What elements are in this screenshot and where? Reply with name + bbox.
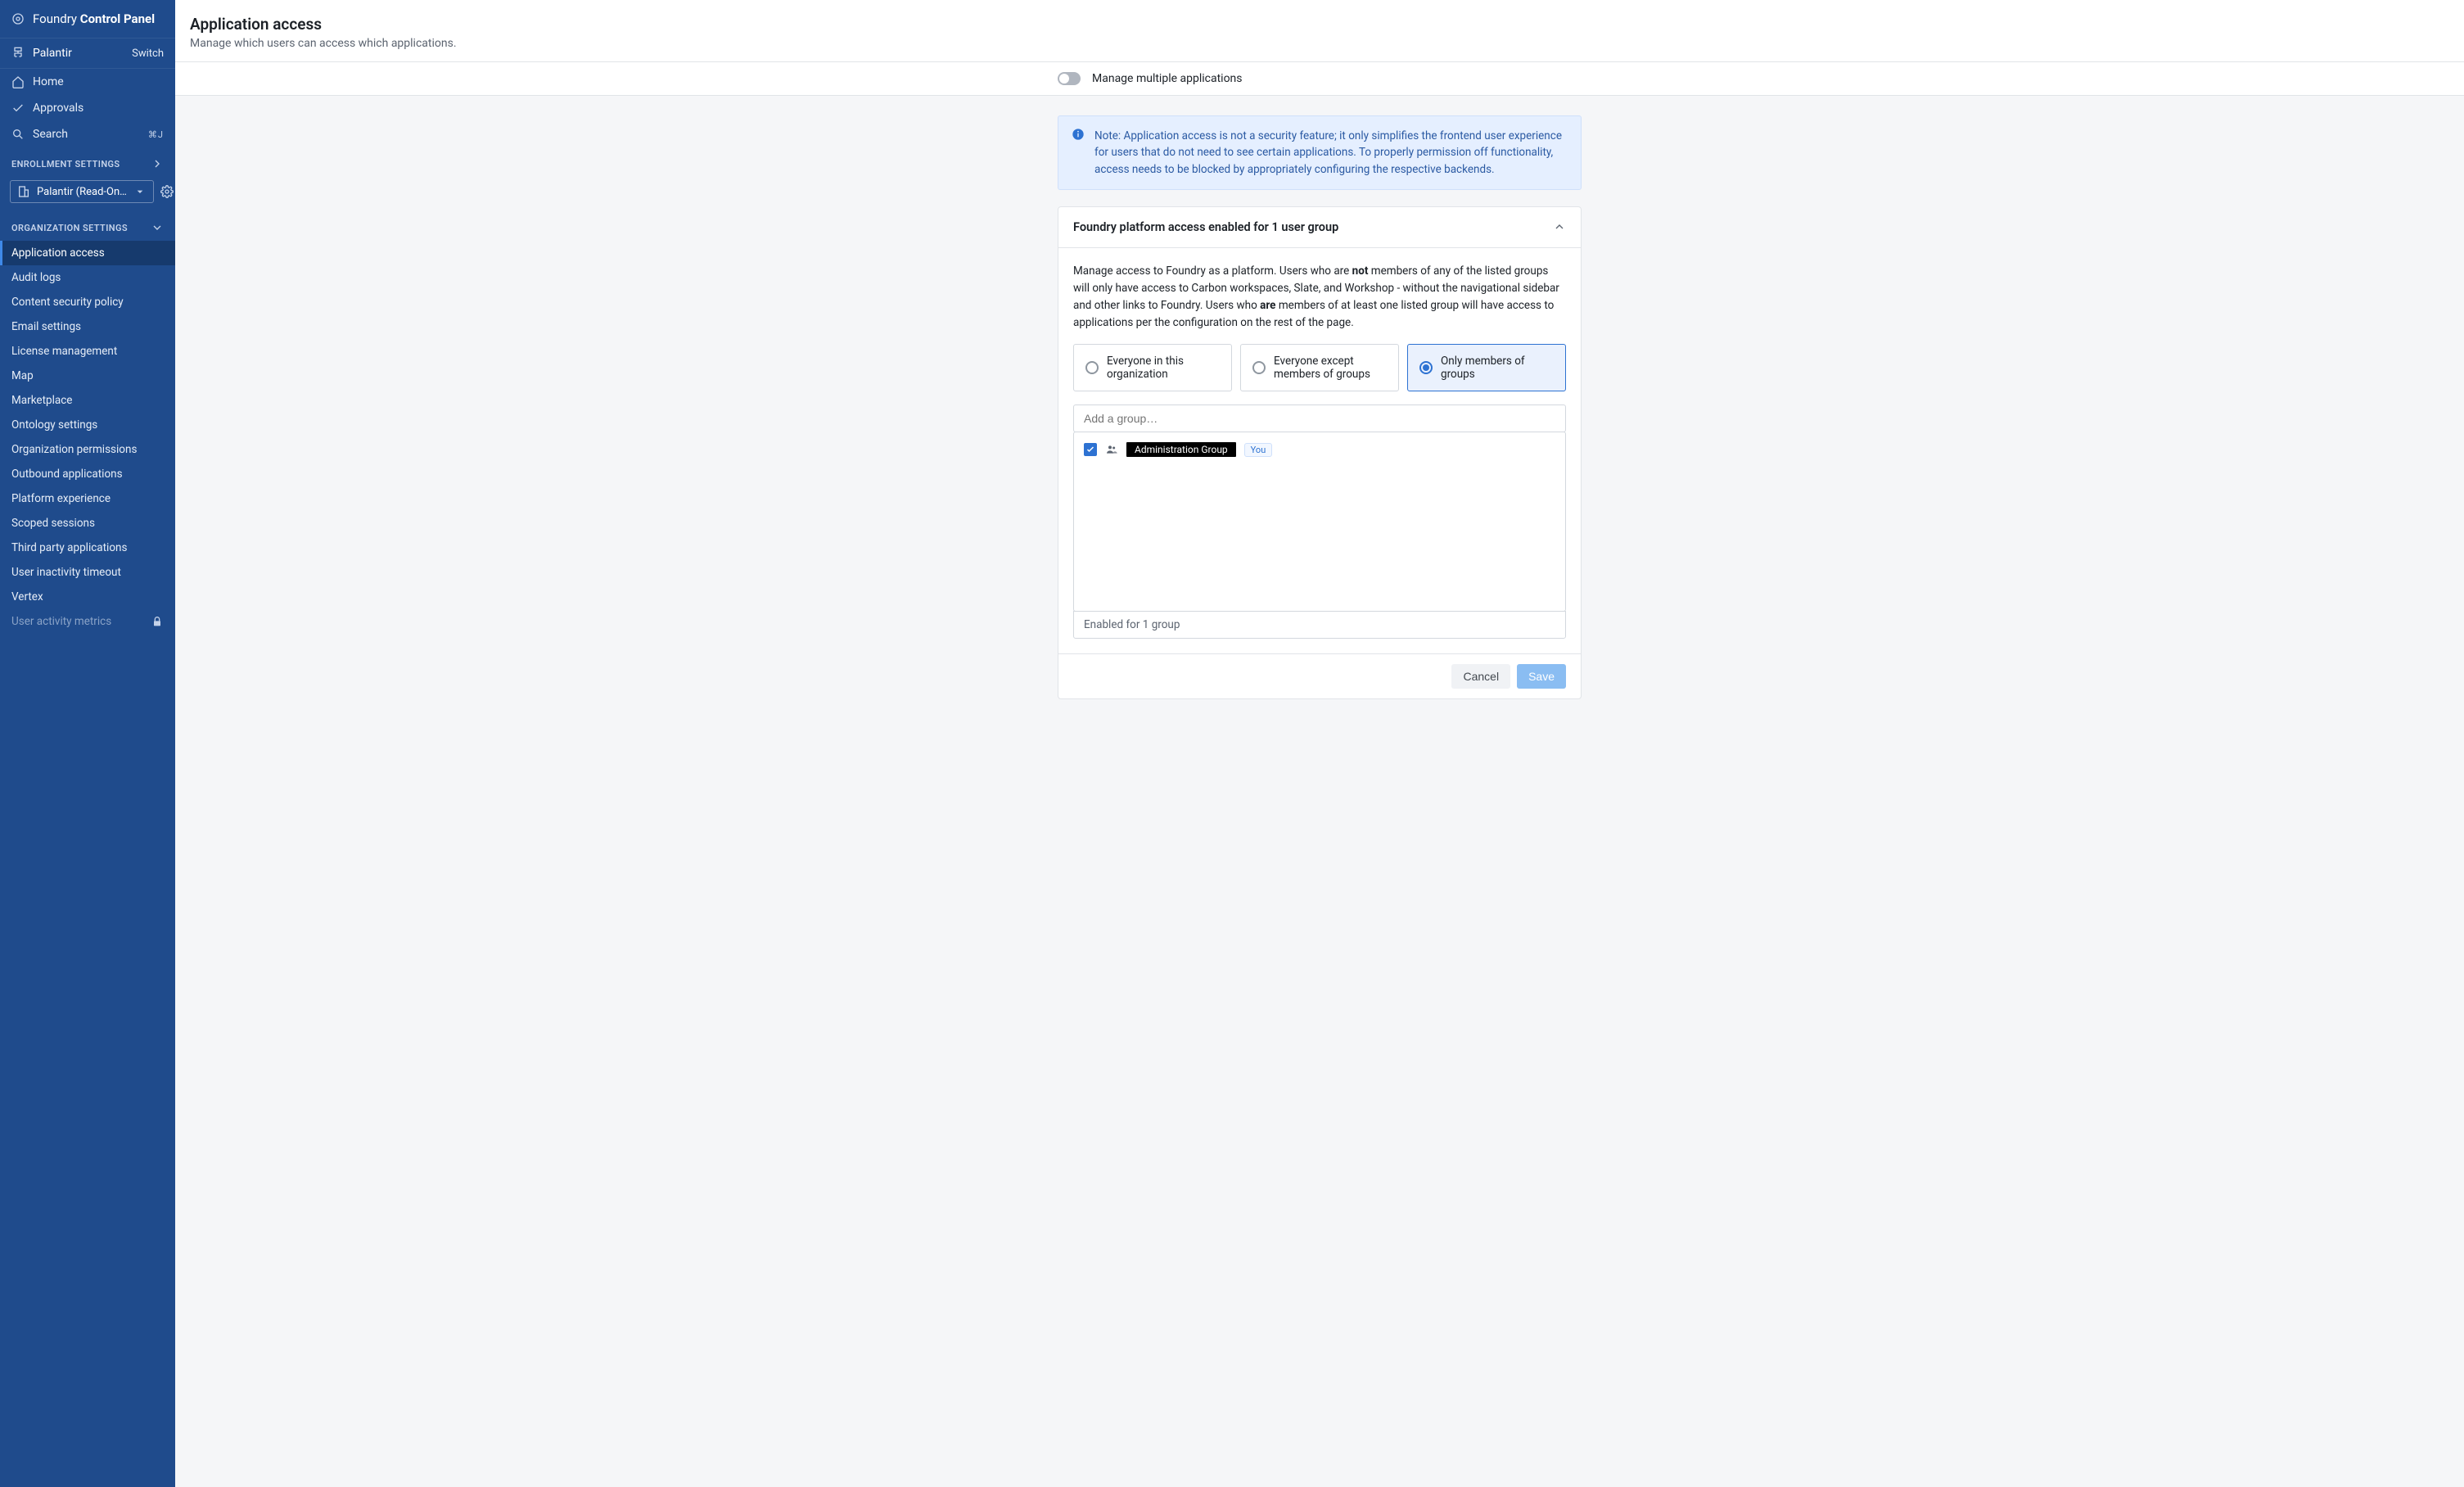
nav-marketplace[interactable]: Marketplace — [0, 388, 175, 413]
cancel-button[interactable]: Cancel — [1451, 664, 1510, 689]
nav-search[interactable]: Search ⌘J — [0, 121, 175, 147]
nav-vertex[interactable]: Vertex — [0, 585, 175, 609]
organization-settings-header[interactable]: ORGANIZATION SETTINGS — [0, 211, 175, 241]
nav-search-label: Search — [33, 128, 68, 141]
nav-map[interactable]: Map — [0, 364, 175, 388]
main: Application access Manage which users ca… — [175, 0, 2464, 1487]
radio-everyone-label: Everyone in this organization — [1107, 355, 1220, 381]
nav-home[interactable]: Home — [0, 69, 175, 95]
people-icon — [1105, 443, 1118, 456]
chevron-down-icon — [151, 221, 164, 234]
radio-icon — [1419, 361, 1433, 374]
radio-icon — [1085, 361, 1099, 374]
radio-everyone-except[interactable]: Everyone except members of groups — [1240, 344, 1399, 391]
panel-title: Foundry platform access enabled for 1 us… — [1073, 220, 1338, 234]
sidebar: Foundry Control Panel Palantir Switch Ho… — [0, 0, 175, 1487]
radio-icon — [1252, 361, 1266, 374]
nav-outbound-applications[interactable]: Outbound applications — [0, 462, 175, 486]
brand-text: Foundry Control Panel — [33, 11, 155, 26]
search-shortcut: ⌘J — [148, 129, 164, 140]
enabled-count: Enabled for 1 group — [1073, 611, 1566, 639]
nav-user-activity-metrics[interactable]: User activity metrics — [0, 609, 175, 634]
org-icon — [11, 47, 25, 60]
check-icon — [11, 102, 25, 115]
group-list: Administration Group You — [1073, 432, 1566, 612]
save-button[interactable]: Save — [1517, 664, 1566, 689]
nav-user-inactivity-timeout[interactable]: User inactivity timeout — [0, 560, 175, 585]
org-name: Palantir — [33, 47, 72, 60]
nav-license-management[interactable]: License management — [0, 339, 175, 364]
home-icon — [11, 75, 25, 88]
nav-approvals-label: Approvals — [33, 102, 83, 115]
group-name-badge: Administration Group — [1126, 442, 1236, 457]
info-banner: Note: Application access is not a securi… — [1058, 115, 1582, 190]
manage-multiple-label: Manage multiple applications — [1092, 72, 1243, 85]
add-group-input[interactable] — [1074, 405, 1565, 432]
group-checkbox[interactable] — [1084, 443, 1097, 456]
nav-scoped-sessions[interactable]: Scoped sessions — [0, 511, 175, 536]
chevron-right-icon — [151, 157, 164, 170]
panel-explain: Manage access to Foundry as a platform. … — [1073, 263, 1566, 332]
nav-platform-experience[interactable]: Platform experience — [0, 486, 175, 511]
radio-only-members-label: Only members of groups — [1441, 355, 1554, 381]
nav-organization-permissions[interactable]: Organization permissions — [0, 437, 175, 462]
group-item[interactable]: Administration Group You — [1082, 439, 1557, 460]
nav-ontology-settings[interactable]: Ontology settings — [0, 413, 175, 437]
caret-down-icon — [133, 185, 147, 198]
org-nav: Application access Audit logs Content se… — [0, 241, 175, 634]
lock-icon — [151, 615, 164, 628]
nav-home-label: Home — [33, 75, 64, 88]
info-text: Note: Application access is not a securi… — [1094, 128, 1568, 178]
you-tag: You — [1244, 443, 1273, 457]
org-row: Palantir Switch — [0, 38, 175, 69]
radio-only-members[interactable]: Only members of groups — [1407, 344, 1566, 391]
enrollment-settings-header[interactable]: ENROLLMENT SETTINGS — [0, 147, 175, 177]
manage-multiple-toggle[interactable] — [1058, 72, 1081, 85]
gear-icon[interactable] — [160, 185, 174, 198]
nav-approvals[interactable]: Approvals — [0, 95, 175, 121]
org-selector-label: Palantir (Read-On… — [37, 186, 127, 198]
switch-org-link[interactable]: Switch — [132, 47, 164, 60]
search-icon — [11, 128, 25, 141]
logo-icon — [11, 12, 25, 25]
panel-header[interactable]: Foundry platform access enabled for 1 us… — [1058, 207, 1581, 247]
info-icon — [1072, 128, 1085, 178]
brand: Foundry Control Panel — [0, 0, 175, 38]
page-title: Application access — [190, 15, 2449, 34]
building-icon — [17, 185, 30, 198]
access-mode-radio-group: Everyone in this organization Everyone e… — [1073, 344, 1566, 391]
access-panel: Foundry platform access enabled for 1 us… — [1058, 206, 1582, 700]
org-selector[interactable]: Palantir (Read-On… — [10, 180, 154, 203]
radio-everyone[interactable]: Everyone in this organization — [1073, 344, 1232, 391]
nav-email-settings[interactable]: Email settings — [0, 314, 175, 339]
nav-third-party-applications[interactable]: Third party applications — [0, 536, 175, 560]
nav-audit-logs[interactable]: Audit logs — [0, 265, 175, 290]
page-subtitle: Manage which users can access which appl… — [190, 37, 2449, 50]
nav-content-security-policy[interactable]: Content security policy — [0, 290, 175, 314]
radio-everyone-except-label: Everyone except members of groups — [1274, 355, 1387, 381]
chevron-up-icon — [1553, 220, 1566, 233]
nav-application-access[interactable]: Application access — [0, 241, 175, 265]
